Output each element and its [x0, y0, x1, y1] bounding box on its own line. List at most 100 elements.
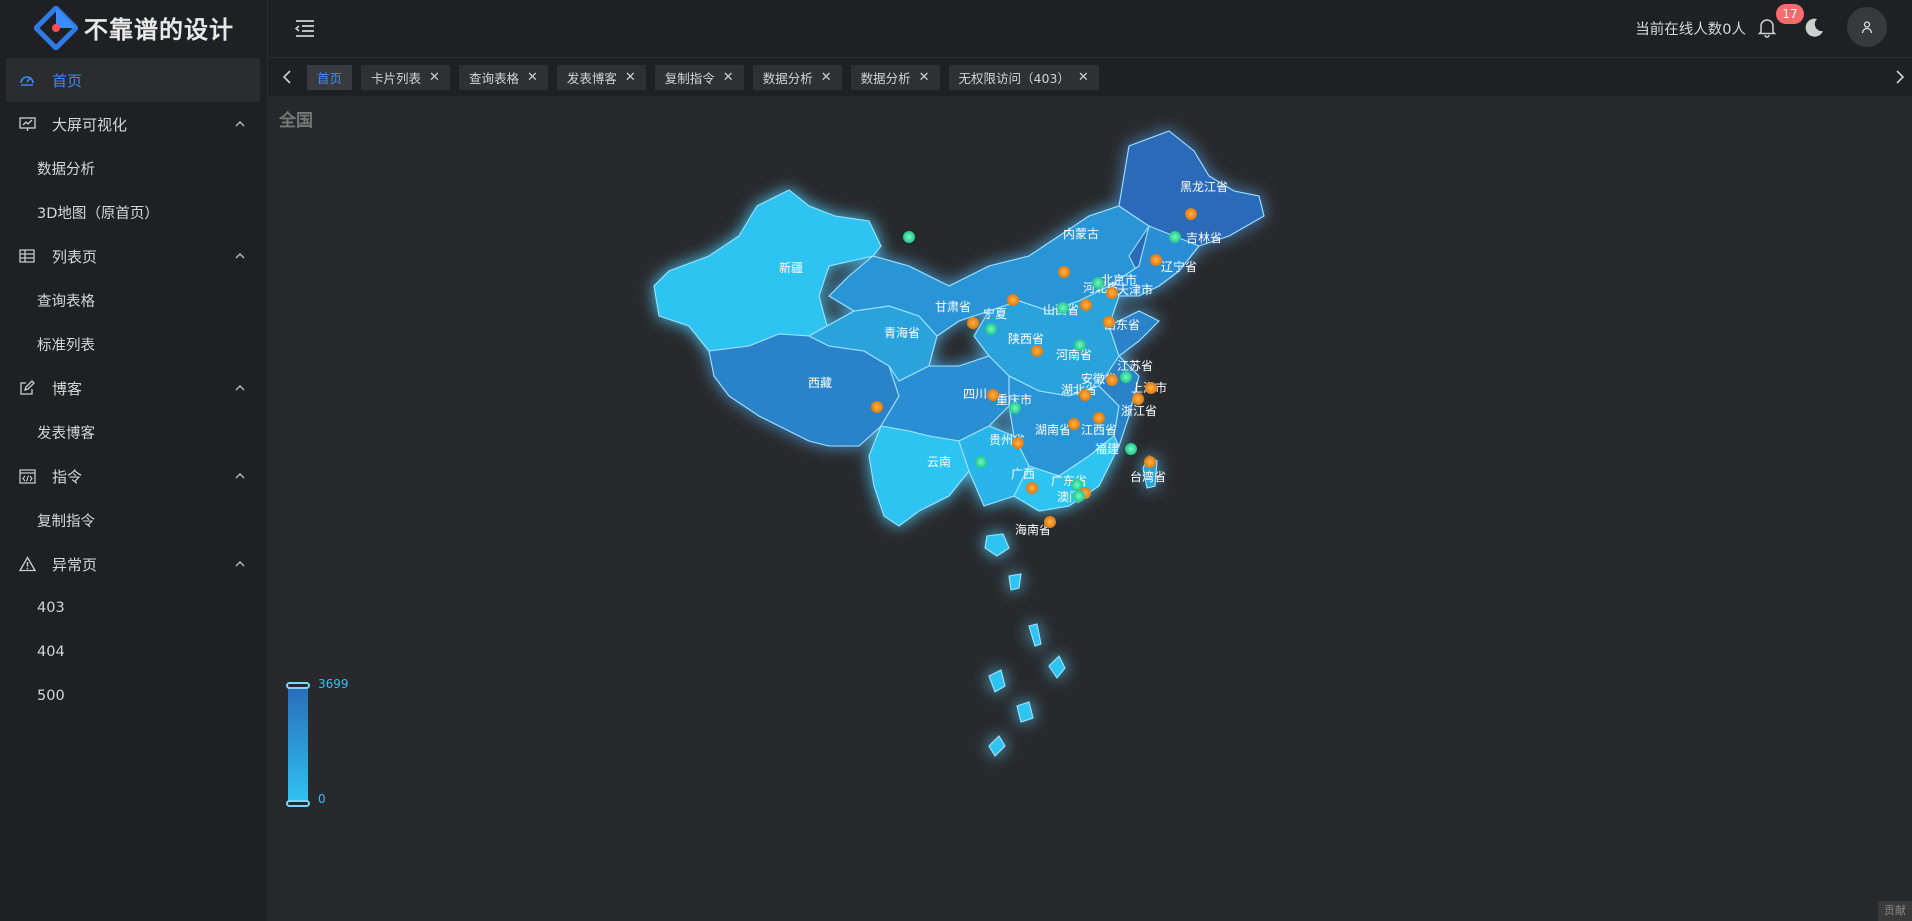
- sidebar: 不靠谱的设计 首页 大屏可视化 数据分析 3D地图（原首页） 列表页 查询表格 …: [0, 0, 268, 921]
- province-label: 辽宁省: [1161, 259, 1197, 274]
- sidebar-item-exception[interactable]: 异常页: [0, 542, 268, 586]
- sidebar-item-standard-list[interactable]: 标准列表: [0, 322, 268, 366]
- tab-data-analysis[interactable]: 数据分析 ✕: [752, 65, 842, 90]
- close-icon[interactable]: ✕: [919, 70, 930, 85]
- map-point[interactable]: [1068, 418, 1080, 430]
- tab-label: 无权限访问（403）: [958, 71, 1070, 86]
- map-point[interactable]: [1080, 299, 1092, 311]
- sidebar-item-query-table[interactable]: 查询表格: [0, 278, 268, 322]
- visual-map-legend[interactable]: 3699 0: [286, 677, 366, 822]
- map-point[interactable]: [1150, 254, 1162, 266]
- map-point[interactable]: [1031, 345, 1043, 357]
- sidebar-item-label: 异常页: [52, 555, 98, 574]
- moon-icon[interactable]: [1802, 16, 1826, 40]
- china-map[interactable]: 黑龙江省 吉林省 辽宁省 内蒙古 北京市 天津市 河北省 山西省 山东省 新疆 …: [269, 96, 1912, 921]
- map-point[interactable]: [1026, 482, 1038, 494]
- map-point[interactable]: [1058, 266, 1070, 278]
- close-icon[interactable]: ✕: [723, 70, 734, 85]
- province-label: 台湾省: [1130, 469, 1166, 484]
- bell-icon[interactable]: [1756, 16, 1778, 38]
- map-point[interactable]: [1092, 277, 1104, 289]
- sidebar-item-blog[interactable]: 博客: [0, 366, 268, 410]
- close-icon[interactable]: ✕: [429, 70, 440, 85]
- sidebar-item-label: 博客: [52, 379, 83, 398]
- user-icon: [1861, 21, 1873, 34]
- sidebar-item-label: 查询表格: [37, 293, 95, 310]
- sidebar-item-404[interactable]: 404: [0, 630, 268, 674]
- map-point[interactable]: [1044, 516, 1056, 528]
- logo[interactable]: 不靠谱的设计: [0, 0, 268, 55]
- sidebar-item-3d-map[interactable]: 3D地图（原首页）: [0, 190, 268, 234]
- sidebar-item-directive[interactable]: 指令: [0, 454, 268, 498]
- menu-fold-icon[interactable]: [293, 16, 317, 40]
- corner-tag[interactable]: 贡献: [1878, 901, 1912, 921]
- sidebar-item-list-page[interactable]: 列表页: [0, 234, 268, 278]
- tabs-scroll-left-icon[interactable]: [279, 68, 297, 86]
- province-label: 新疆: [779, 260, 803, 275]
- province-label: 湖南省: [1035, 422, 1071, 437]
- tab-label: 发表博客: [566, 71, 617, 86]
- map-point[interactable]: [1132, 393, 1144, 405]
- sidebar-item-home[interactable]: 首页: [6, 58, 260, 102]
- legend-handle-max[interactable]: [286, 682, 310, 689]
- tab-copy-directive[interactable]: 复制指令 ✕: [654, 65, 744, 90]
- tab-403[interactable]: 无权限访问（403） ✕: [948, 65, 1099, 90]
- map-point[interactable]: [1106, 287, 1118, 299]
- close-icon[interactable]: ✕: [1078, 70, 1089, 85]
- sidebar-item-500[interactable]: 500: [0, 674, 268, 718]
- map-point[interactable]: [967, 317, 979, 329]
- tab-home[interactable]: 首页: [307, 65, 353, 90]
- map-point[interactable]: [903, 231, 915, 243]
- legend-min-value: 0: [318, 792, 326, 806]
- sidebar-item-publish-blog[interactable]: 发表博客: [0, 410, 268, 454]
- table-icon: [18, 247, 36, 265]
- map-point[interactable]: [1057, 302, 1069, 314]
- tab-label: 数据分析: [762, 71, 813, 86]
- map-point[interactable]: [1007, 294, 1019, 306]
- map-point[interactable]: [985, 323, 997, 335]
- map-point[interactable]: [871, 401, 883, 413]
- map-point[interactable]: [1012, 437, 1024, 449]
- map-point[interactable]: [975, 456, 987, 468]
- map-point[interactable]: [1169, 231, 1181, 243]
- avatar[interactable]: [1847, 7, 1887, 47]
- map-point[interactable]: [1185, 208, 1197, 220]
- tab-label: 首页: [317, 71, 343, 86]
- sidebar-item-data-analysis[interactable]: 数据分析: [0, 146, 268, 190]
- map-point[interactable]: [1103, 316, 1115, 328]
- tab-publish-blog[interactable]: 发表博客 ✕: [556, 65, 646, 90]
- province-label: 浙江省: [1121, 404, 1157, 418]
- map-panel: 全国 黑龙江省 吉林省 辽宁省 内蒙古 北京市 天津市 山东省 新疆 甘肃省 宁…: [269, 96, 1912, 921]
- map-point[interactable]: [1009, 402, 1021, 414]
- map-point[interactable]: [1145, 382, 1157, 394]
- map-point[interactable]: [1079, 389, 1091, 401]
- sidebar-item-visualization[interactable]: 大屏可视化: [0, 102, 268, 146]
- map-point[interactable]: [1144, 456, 1156, 468]
- sidebar-item-403[interactable]: 403: [0, 586, 268, 630]
- map-point[interactable]: [1125, 443, 1137, 455]
- tab-query-table[interactable]: 查询表格 ✕: [458, 65, 548, 90]
- sidebar-item-copy-directive[interactable]: 复制指令: [0, 498, 268, 542]
- legend-handle-min[interactable]: [286, 800, 310, 807]
- province-label: 甘肃省: [935, 300, 971, 314]
- province-label: 西藏: [808, 376, 832, 390]
- map-point[interactable]: [1120, 371, 1132, 383]
- sidebar-item-label: 数据分析: [37, 161, 95, 178]
- map-point[interactable]: [987, 389, 999, 401]
- tabs-scroll-right-icon[interactable]: [1890, 68, 1908, 86]
- tab-card-list[interactable]: 卡片列表 ✕: [361, 65, 450, 90]
- map-point[interactable]: [1093, 412, 1105, 424]
- province-label: 湖北省: [1061, 382, 1097, 397]
- close-icon[interactable]: ✕: [527, 70, 538, 85]
- map-point[interactable]: [1074, 339, 1086, 351]
- map-point[interactable]: [1073, 490, 1085, 502]
- close-icon[interactable]: ✕: [625, 70, 636, 85]
- sidebar-item-label: 发表博客: [37, 425, 95, 442]
- tab-data-analysis-2[interactable]: 数据分析 ✕: [850, 65, 940, 90]
- close-icon[interactable]: ✕: [821, 70, 832, 85]
- province-label: 内蒙古: [1063, 226, 1099, 241]
- map-point[interactable]: [1106, 374, 1118, 386]
- sidebar-item-label: 标准列表: [37, 337, 95, 354]
- sidebar-item-label: 3D地图（原首页）: [37, 205, 159, 222]
- tab-label: 数据分析: [860, 71, 911, 86]
